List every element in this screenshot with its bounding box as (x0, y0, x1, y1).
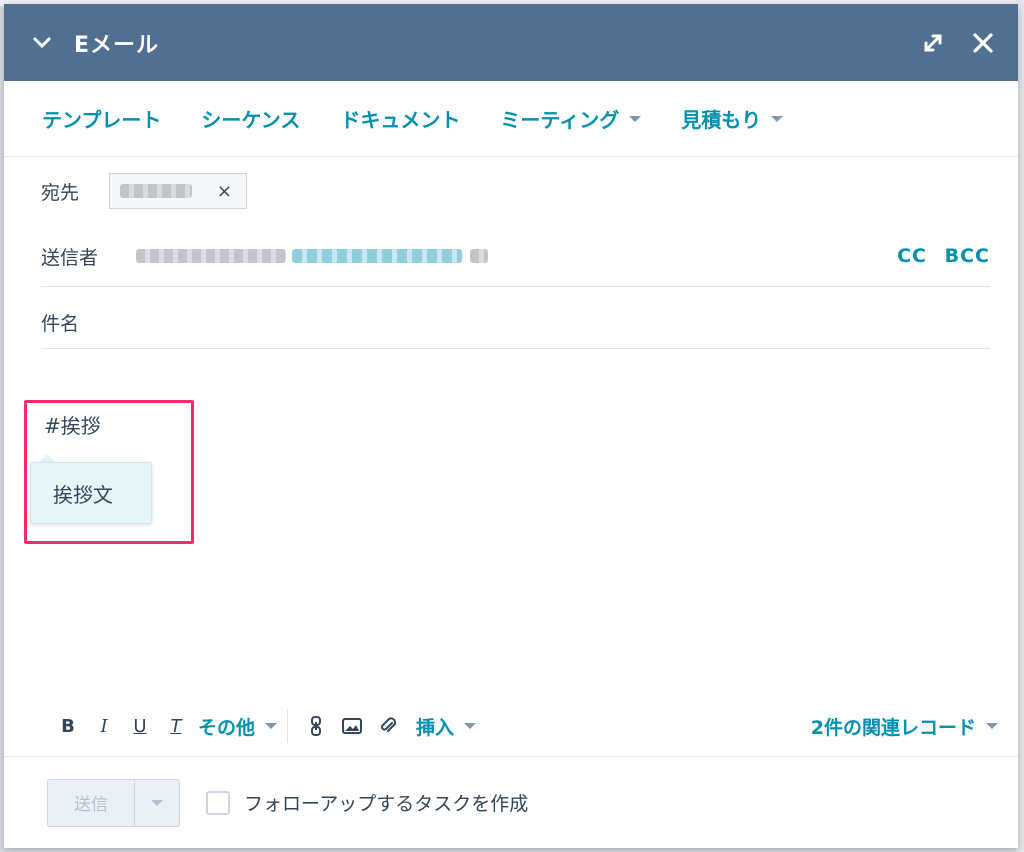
close-icon[interactable] (968, 28, 998, 58)
templates-button[interactable]: テンプレート (42, 104, 161, 133)
email-composer-dialog: Eメール テンプレート シーケンス ドキュメント ミーティング 見積もり 宛先 … (4, 4, 1018, 848)
related-records-label: 2件の関連レコード (810, 716, 976, 739)
clear-format-button[interactable]: T (158, 711, 194, 741)
redacted-sender-email (292, 249, 463, 263)
subject-label: 件名 (41, 312, 80, 335)
expand-icon[interactable] (918, 28, 948, 58)
send-button-group: 送信 (47, 778, 180, 827)
more-dropdown[interactable]: その他 (198, 713, 278, 740)
insert-dropdown[interactable]: 挿入 (416, 713, 477, 740)
format-toolbar: B I U T その他 挿入 2件の関連レコード (50, 704, 998, 748)
remove-recipient-icon[interactable]: × (217, 181, 232, 202)
meetings-dropdown[interactable]: ミーティング (500, 104, 642, 133)
sequences-button[interactable]: シーケンス (201, 104, 300, 133)
meetings-label: ミーティング (500, 108, 620, 132)
chevron-down-icon[interactable] (30, 31, 54, 55)
dialog-title: Eメール (74, 32, 160, 58)
subject-row[interactable]: 件名 (41, 300, 990, 344)
send-options-button[interactable] (135, 780, 179, 826)
caret-down-icon (771, 115, 784, 122)
composer-toolbar: テンプレート シーケンス ドキュメント ミーティング 見積もり (4, 81, 1018, 157)
caret-down-icon (151, 799, 163, 806)
quotes-label: 見積もり (681, 108, 762, 132)
redacted-sender-extra (470, 249, 489, 263)
from-row: 送信者 CC BCC (41, 234, 990, 278)
insert-label: 挿入 (416, 716, 455, 739)
underline-button[interactable]: U (122, 711, 158, 741)
to-row: 宛先 × (41, 172, 990, 210)
cc-link[interactable]: CC (897, 245, 927, 267)
image-icon[interactable] (334, 711, 370, 741)
related-records-dropdown[interactable]: 2件の関連レコード (811, 713, 998, 740)
composer-footer: 送信 フォローアップするタスクを作成 (4, 756, 1018, 848)
caret-down-icon (464, 723, 477, 729)
divider (41, 286, 990, 287)
redacted-recipient (120, 184, 193, 198)
cc-bcc-links: CC BCC (897, 245, 990, 267)
bold-button[interactable]: B (50, 711, 86, 741)
caret-down-icon (986, 723, 998, 729)
highlight-box (24, 400, 194, 544)
more-label: その他 (198, 716, 256, 739)
to-label: 宛先 (41, 181, 80, 204)
caret-down-icon (629, 115, 642, 122)
from-label: 送信者 (41, 246, 99, 269)
italic-button[interactable]: I (86, 711, 122, 741)
redacted-sender[interactable] (136, 249, 489, 263)
caret-down-icon (265, 723, 278, 729)
divider (41, 348, 990, 349)
quotes-dropdown[interactable]: 見積もり (681, 104, 784, 133)
attachment-icon[interactable] (370, 711, 406, 741)
send-button[interactable]: 送信 (48, 779, 135, 826)
divider (287, 709, 289, 743)
followup-task-label[interactable]: フォローアップするタスクを作成 (244, 789, 528, 816)
followup-task-checkbox[interactable] (206, 790, 230, 815)
redacted-sender-name (136, 249, 287, 263)
documents-button[interactable]: ドキュメント (340, 104, 460, 133)
bcc-link[interactable]: BCC (945, 245, 990, 267)
link-icon[interactable] (298, 711, 334, 741)
dialog-header: Eメール (4, 4, 1018, 81)
recipient-chip[interactable]: × (109, 173, 248, 209)
